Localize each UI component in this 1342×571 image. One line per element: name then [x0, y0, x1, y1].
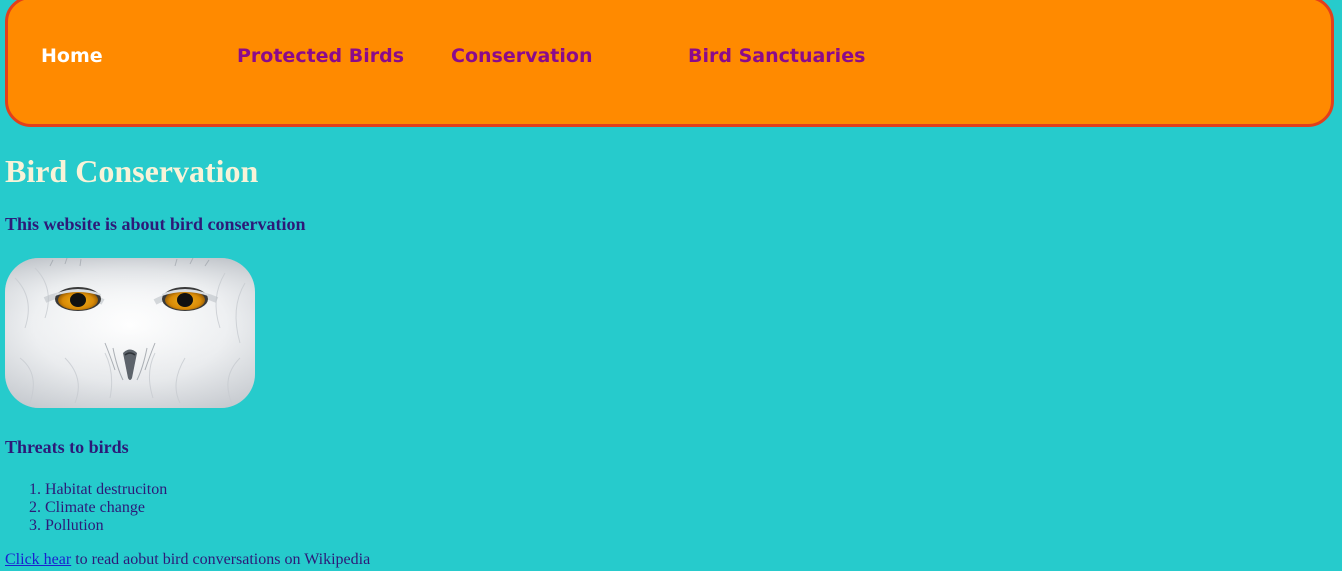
wikipedia-link-sentence: Click hear to read aobut bird conversati…: [5, 551, 370, 569]
threats-list: Habitat destruciton Climate change Pollu…: [5, 481, 167, 535]
threats-heading: Threats to birds: [5, 437, 129, 457]
threat-item-climate-change: Climate change: [45, 499, 167, 517]
wikipedia-link-trailing-text: to read aobut bird conversations on Wiki…: [71, 551, 371, 568]
snowy-owl-image: [5, 258, 255, 408]
nav-link-conservation[interactable]: Conservation: [451, 44, 592, 68]
nav-link-bird-sanctuaries[interactable]: Bird Sanctuaries: [688, 44, 865, 68]
page-title: Bird Conservation: [5, 153, 259, 189]
nav-link-protected-birds[interactable]: Protected Birds: [237, 44, 404, 68]
top-navigation-bar: Home Protected Birds Conservation Bird S…: [5, 0, 1334, 127]
threat-item-pollution: Pollution: [45, 517, 167, 535]
wikipedia-link[interactable]: Click hear: [5, 551, 71, 568]
page-subtitle: This website is about bird conservation: [5, 214, 306, 234]
threat-item-habitat-destruction: Habitat destruciton: [45, 481, 167, 499]
nav-link-home[interactable]: Home: [41, 44, 103, 68]
